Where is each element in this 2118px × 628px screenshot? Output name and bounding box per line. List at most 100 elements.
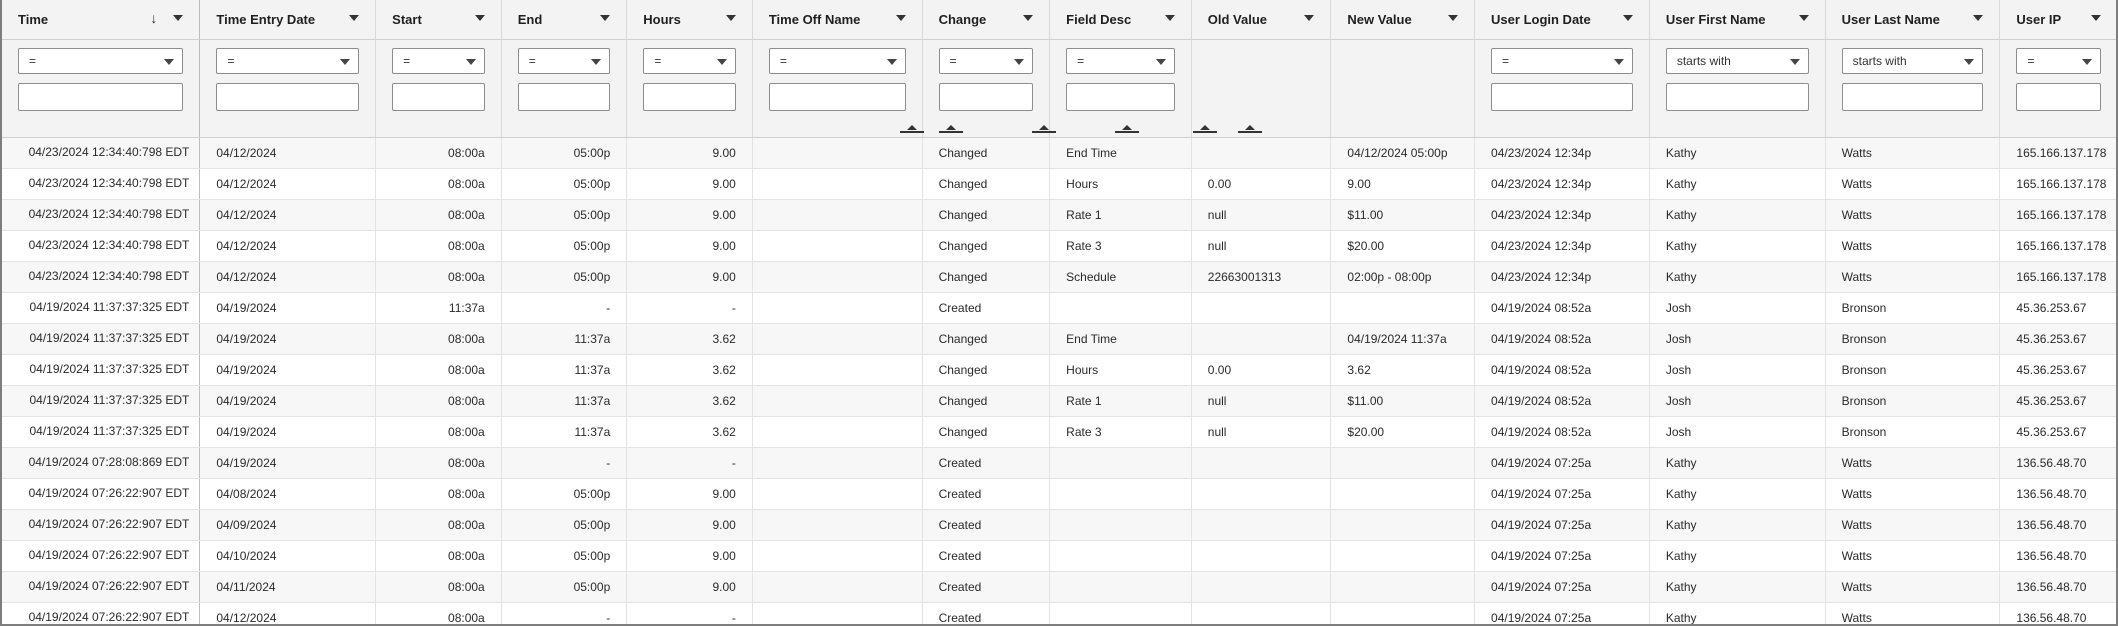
cell-user-last-name: Watts (1825, 199, 2001, 231)
table-row[interactable]: 04/19/2024 11:37:37:325 EDT 04/19/2024 08:… (2, 416, 2116, 448)
filter-value-input[interactable] (1491, 82, 1633, 111)
table-row[interactable]: 04/19/2024 07:28:08:869 EDT 04/19/2024 08:… (2, 447, 2116, 479)
cell-time-off-name (752, 385, 923, 417)
filter-value-input[interactable] (1841, 82, 1984, 111)
filter-operator-select[interactable]: = (768, 47, 906, 74)
filter-value-input[interactable] (216, 82, 360, 111)
table-row[interactable]: 04/23/2024 12:34:40:798 EDT 04/12/2024 08:… (2, 261, 2116, 293)
cell-user-ip: 45.36.253.67 (1999, 323, 2116, 355)
table-row[interactable]: 04/23/2024 12:34:40:798 EDT 04/12/2024 08:… (2, 168, 2116, 200)
column-menu-icon[interactable] (725, 15, 736, 21)
column-menu-icon[interactable] (1304, 15, 1315, 21)
filter-value-input[interactable] (768, 82, 906, 111)
table-row[interactable]: 04/19/2024 11:37:37:325 EDT 04/19/2024 08:… (2, 354, 2116, 386)
cell-old-value (1191, 602, 1332, 624)
table-row[interactable]: 04/19/2024 11:37:37:325 EDT 04/19/2024 08:… (2, 385, 2116, 417)
cell-user-first-name: Kathy (1649, 540, 1826, 572)
table-row[interactable]: 04/19/2024 11:37:37:325 EDT 04/19/2024 11:… (2, 292, 2116, 324)
filter-operator-select[interactable]: = (1066, 47, 1175, 74)
filter-operator-select[interactable]: = (517, 47, 611, 74)
filter-operator-select[interactable]: = (216, 47, 360, 74)
cell-time: 04/19/2024 07:26:22:907 EDT (2, 602, 201, 624)
column-marker-icon[interactable] (1032, 125, 1056, 133)
cell-user-ip: 136.56.48.70 (1999, 447, 2116, 479)
column-header-time-entry-date[interactable]: Time Entry Date (199, 0, 377, 40)
table-row[interactable]: 04/19/2024 07:26:22:907 EDT 04/09/2024 08:… (2, 509, 2116, 541)
column-header-user-last-name[interactable]: User Last Name (1825, 0, 2001, 40)
cell-field-desc (1049, 602, 1192, 624)
filter-operator-select[interactable]: = (1491, 47, 1633, 74)
column-marker-icon[interactable] (1115, 125, 1139, 133)
filter-operator-select[interactable]: starts with (1665, 47, 1809, 74)
filter-operator-select[interactable]: = (392, 47, 485, 74)
column-header-end[interactable]: End (501, 0, 628, 40)
cell-hours: 9.00 (626, 199, 753, 231)
column-marker-icon[interactable] (939, 125, 963, 133)
cell-hours: 9.00 (626, 540, 753, 572)
sort-descending-icon[interactable]: ↓ (150, 10, 157, 26)
filter-operator-select[interactable]: = (2016, 47, 2101, 74)
column-marker-icon[interactable] (1238, 125, 1262, 133)
column-header-change[interactable]: Change (922, 0, 1051, 40)
cell-hours: 3.62 (626, 385, 753, 417)
table-row[interactable]: 04/19/2024 07:26:22:907 EDT 04/12/2024 08:… (2, 602, 2116, 624)
filter-value-input[interactable] (1066, 82, 1175, 111)
table-row[interactable]: 04/19/2024 07:26:22:907 EDT 04/08/2024 08:… (2, 478, 2116, 510)
cell-change: Created (922, 478, 1051, 510)
column-header-new-value[interactable]: New Value (1330, 0, 1476, 40)
column-menu-icon[interactable] (2091, 15, 2101, 21)
column-header-start[interactable]: Start (375, 0, 502, 40)
cell-hours: 9.00 (626, 478, 753, 510)
cell-new-value (1330, 292, 1476, 324)
table-row[interactable]: 04/23/2024 12:34:40:798 EDT 04/12/2024 08:… (2, 137, 2116, 169)
column-header-time[interactable]: Time ↓ (2, 0, 201, 40)
filter-value-input[interactable] (1665, 82, 1809, 111)
cell-time-entry-date: 04/12/2024 (199, 199, 377, 231)
column-marker-icon[interactable] (900, 125, 924, 133)
column-menu-icon[interactable] (1622, 15, 1633, 21)
column-header-user-login-date[interactable]: User Login Date (1474, 0, 1650, 40)
table-row[interactable]: 04/19/2024 11:37:37:325 EDT 04/19/2024 08:… (2, 323, 2116, 355)
column-header-user-first-name[interactable]: User First Name (1649, 0, 1826, 40)
table-row[interactable]: 04/19/2024 07:26:22:907 EDT 04/11/2024 08:… (2, 571, 2116, 603)
filter-operator-select[interactable]: = (643, 47, 736, 74)
column-header-field-desc[interactable]: Field Desc (1049, 0, 1192, 40)
filter-value-input[interactable] (392, 82, 485, 111)
cell-user-login-date: 04/19/2024 07:25a (1474, 509, 1650, 541)
filter-operator-value: = (779, 53, 787, 68)
filter-value-input[interactable] (2016, 82, 2101, 111)
table-row[interactable]: 04/19/2024 07:26:22:907 EDT 04/10/2024 08:… (2, 540, 2116, 572)
cell-time: 04/23/2024 12:34:40:798 EDT (2, 199, 201, 231)
table-body: 04/23/2024 12:34:40:798 EDT 04/12/2024 08:… (2, 137, 2116, 624)
filter-value-input[interactable] (18, 82, 184, 111)
cell-user-ip: 45.36.253.67 (1999, 292, 2116, 324)
cell-change: Changed (922, 199, 1051, 231)
column-menu-icon[interactable] (349, 15, 360, 21)
cell-user-first-name: Kathy (1649, 509, 1826, 541)
column-header-hours[interactable]: Hours (626, 0, 753, 40)
column-menu-icon[interactable] (600, 15, 611, 21)
filter-value-input[interactable] (517, 82, 611, 111)
column-menu-icon[interactable] (1973, 15, 1984, 21)
column-menu-icon[interactable] (173, 15, 184, 21)
column-header-old-value[interactable]: Old Value (1191, 0, 1332, 40)
column-menu-icon[interactable] (895, 15, 906, 21)
column-marker-icon[interactable] (1193, 125, 1217, 133)
column-menu-icon[interactable] (1164, 15, 1175, 21)
cell-time: 04/19/2024 11:37:37:325 EDT (2, 416, 201, 448)
column-menu-icon[interactable] (1448, 15, 1459, 21)
filter-value-input[interactable] (643, 82, 736, 111)
table-row[interactable]: 04/23/2024 12:34:40:798 EDT 04/12/2024 08:… (2, 230, 2116, 262)
table-row[interactable]: 04/23/2024 12:34:40:798 EDT 04/12/2024 08:… (2, 199, 2116, 231)
column-header-time-off-name[interactable]: Time Off Name (752, 0, 923, 40)
column-header-user-ip[interactable]: User IP (1999, 0, 2116, 40)
column-menu-icon[interactable] (1023, 15, 1034, 21)
filter-value-input[interactable] (938, 82, 1034, 111)
column-menu-icon[interactable] (474, 15, 485, 21)
filter-operator-select[interactable]: = (18, 47, 184, 74)
filter-operator-select[interactable]: = (938, 47, 1034, 74)
column-menu-icon[interactable] (1798, 15, 1809, 21)
column-header-label: User IP (2016, 11, 2062, 27)
filter-operator-select[interactable]: starts with (1841, 47, 1984, 74)
chevron-down-icon (886, 58, 897, 65)
